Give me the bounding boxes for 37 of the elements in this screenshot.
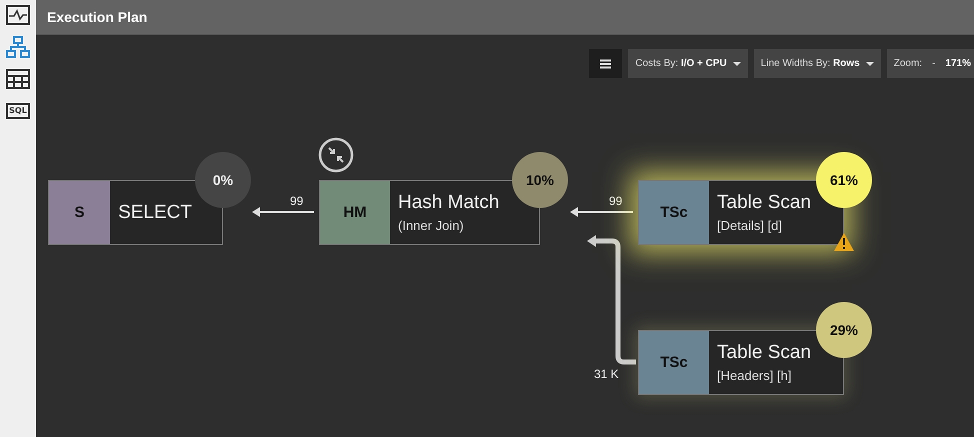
operator-name: Hash Match <box>398 192 500 214</box>
window-title: Execution Plan <box>47 9 148 25</box>
flow-arrow <box>252 207 314 217</box>
operator-abbreviation: S <box>49 181 110 244</box>
operator-abbreviation: TSc <box>639 181 709 244</box>
operator-abbreviation: TSc <box>639 331 709 394</box>
zoom-value: 171% <box>945 58 971 69</box>
row-count: 99 <box>609 194 622 208</box>
zoom-label: Zoom: <box>894 58 922 69</box>
zoom-out-button[interactable]: - <box>932 58 936 69</box>
operator-detail: [Headers] [h] <box>717 368 792 383</box>
menu-button[interactable] <box>589 49 622 78</box>
operator-detail: [Details] [d] <box>717 218 784 233</box>
row-count: 99 <box>290 194 304 208</box>
line-widths-dropdown[interactable]: Line Widths By: Rows <box>754 49 881 78</box>
caret-icon <box>866 62 874 66</box>
row-count: 31 K <box>594 367 619 381</box>
cost-badge: 61% <box>816 152 872 208</box>
cost-badge: 0% <box>195 152 251 208</box>
cost-badge: 29% <box>816 302 872 358</box>
cost-badge: 10% <box>512 152 568 208</box>
sidebar-button[interactable] <box>4 2 32 28</box>
operator-name: SELECT <box>118 202 192 224</box>
operator-abbreviation: HM <box>320 181 390 244</box>
operator-name: Table Scan <box>717 342 812 364</box>
sql-icon: SQL <box>6 103 30 119</box>
hierarchy-icon <box>6 36 30 58</box>
activity-chart-icon <box>6 5 30 25</box>
operator-name: Table Scan <box>717 192 812 214</box>
menu-icon <box>600 58 612 68</box>
flow-arrow <box>570 207 633 217</box>
sidebar-button[interactable]: SQL <box>4 98 32 124</box>
operator-detail: (Inner Join) <box>398 218 465 233</box>
costs-dropdown[interactable]: Costs By: I/O + CPU <box>628 49 748 78</box>
sidebar-button[interactable] <box>4 66 32 92</box>
caret-icon <box>732 62 741 66</box>
table-icon <box>6 69 30 89</box>
